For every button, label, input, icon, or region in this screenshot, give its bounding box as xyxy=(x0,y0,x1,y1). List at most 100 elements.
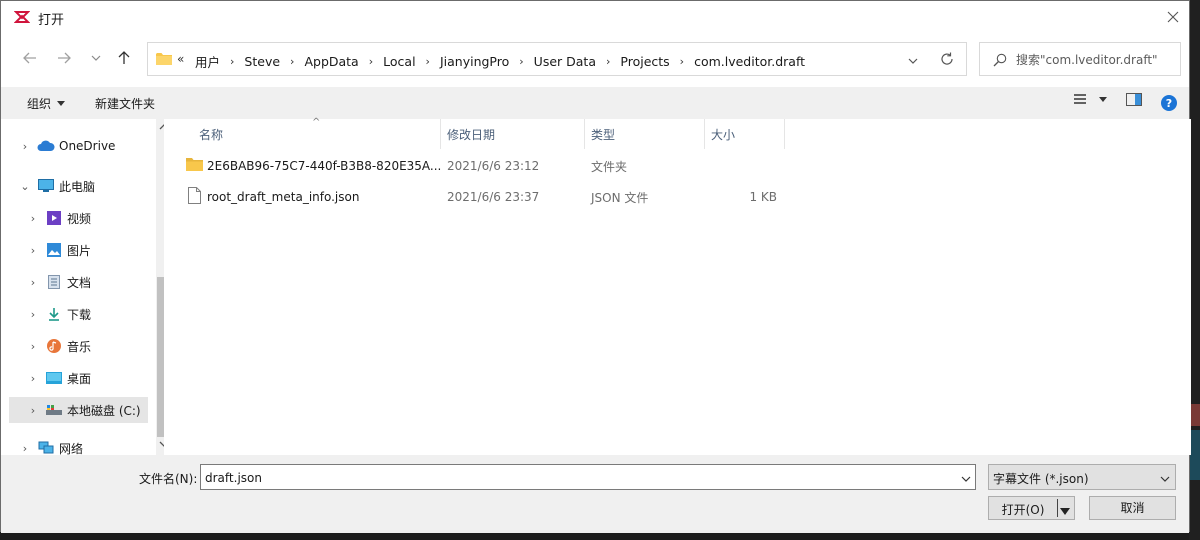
sidebar-item-onedrive[interactable]: › OneDrive xyxy=(9,133,148,159)
sidebar-item-label: 下载 xyxy=(67,307,92,322)
search-box[interactable] xyxy=(979,42,1181,76)
column-header-size[interactable]: 大小 xyxy=(705,119,785,149)
file-date: 2021/6/6 23:12 xyxy=(447,159,540,173)
expand-chevron-icon[interactable]: › xyxy=(25,276,41,289)
sidebar-item-label: 此电脑 xyxy=(59,179,96,194)
caret-down-icon xyxy=(1099,96,1107,102)
chevron-down-icon[interactable] xyxy=(961,471,971,485)
sidebar-scrollbar[interactable] xyxy=(156,119,164,455)
expand-chevron-icon[interactable]: › xyxy=(25,404,41,417)
breadcrumb-item[interactable]: Steve xyxy=(244,54,280,69)
file-row[interactable]: 2E6BAB96-75C7-440f-B3B8-820E35A... 2021/… xyxy=(182,153,782,179)
network-icon xyxy=(37,440,55,455)
cloud-icon xyxy=(37,138,55,154)
sidebar-item-downloads[interactable]: › 下载 xyxy=(9,301,148,327)
sidebar-item-label: 桌面 xyxy=(67,371,92,386)
breadcrumb-separator-icon[interactable]: › xyxy=(426,55,430,68)
preview-pane-icon xyxy=(1126,93,1142,106)
breadcrumb-item[interactable]: Projects xyxy=(620,54,669,69)
new-folder-button[interactable]: 新建文件夹 xyxy=(95,95,155,112)
sidebar-item-local-disk[interactable]: › 本地磁盘 (C:) xyxy=(9,397,148,423)
file-icon xyxy=(188,187,201,207)
help-button[interactable]: ? xyxy=(1161,95,1177,111)
column-header-label: 修改日期 xyxy=(447,127,496,142)
open-options-caret-icon[interactable] xyxy=(1060,504,1070,518)
dialog-footer: 文件名(N): 字幕文件 (*.json) 打开(O) 取消 xyxy=(1,455,1189,533)
filename-input[interactable] xyxy=(205,469,945,487)
breadcrumb: 用户 › Steve › AppData › Local › JianyingPro › … xyxy=(195,52,805,71)
breadcrumb-separator-icon[interactable]: › xyxy=(606,55,610,68)
sidebar-item-label: 文档 xyxy=(67,275,92,290)
sidebar-item-documents[interactable]: › 文档 xyxy=(9,269,148,295)
open-file-dialog: 打开 « 用户 › Steve › AppData › Local › Jian… xyxy=(0,0,1191,533)
drive-icon xyxy=(45,402,63,418)
breadcrumb-separator-icon[interactable]: › xyxy=(290,55,294,68)
sidebar-item-label: 图片 xyxy=(67,243,92,258)
expand-chevron-icon[interactable]: › xyxy=(25,340,41,353)
sidebar-item-label: 本地磁盘 (C:) xyxy=(67,403,141,418)
video-icon xyxy=(45,210,63,226)
expand-chevron-icon[interactable]: › xyxy=(25,212,41,225)
file-name: root_draft_meta_info.json xyxy=(207,190,360,204)
filetype-value: 字幕文件 (*.json) xyxy=(993,472,1089,486)
sidebar-item-this-pc[interactable]: ⌄ 此电脑 xyxy=(9,173,148,199)
sidebar-item-music[interactable]: › 音乐 xyxy=(9,333,148,359)
view-options-button[interactable] xyxy=(1073,93,1107,105)
breadcrumb-separator-icon[interactable]: › xyxy=(680,55,684,68)
column-header-date[interactable]: 修改日期 xyxy=(441,119,585,149)
expand-chevron-icon[interactable]: › xyxy=(17,140,33,153)
file-date: 2021/6/6 23:37 xyxy=(447,190,540,204)
column-header-label: 类型 xyxy=(591,127,616,142)
title-bar: 打开 xyxy=(1,1,1189,33)
back-button[interactable] xyxy=(19,47,41,69)
column-header-type[interactable]: 类型 xyxy=(585,119,705,149)
file-row[interactable]: root_draft_meta_info.json 2021/6/6 23:37… xyxy=(182,184,782,210)
preview-pane-button[interactable] xyxy=(1126,93,1142,106)
sidebar-item-network[interactable]: › 网络 xyxy=(9,435,148,455)
expand-chevron-icon[interactable]: › xyxy=(17,442,33,455)
jianying-app-icon xyxy=(13,9,31,25)
computer-icon xyxy=(37,178,55,194)
expand-chevron-icon[interactable]: › xyxy=(25,244,41,257)
recent-locations-button[interactable] xyxy=(85,47,107,69)
music-icon xyxy=(45,338,63,354)
list-view-icon xyxy=(1074,94,1086,104)
close-button[interactable] xyxy=(1157,1,1189,33)
column-header-name[interactable]: 名称 ^ xyxy=(164,117,441,149)
up-button[interactable] xyxy=(113,47,135,69)
filetype-select[interactable]: 字幕文件 (*.json) xyxy=(988,464,1176,490)
breadcrumb-item[interactable]: AppData xyxy=(304,54,358,69)
refresh-button[interactable] xyxy=(940,52,954,69)
cancel-button[interactable]: 取消 xyxy=(1089,496,1176,520)
address-overflow[interactable]: « xyxy=(177,52,184,66)
open-button[interactable]: 打开(O) xyxy=(988,496,1075,520)
breadcrumb-item[interactable]: User Data xyxy=(534,54,596,69)
expand-chevron-icon[interactable]: › xyxy=(25,372,41,385)
address-bar[interactable]: « 用户 › Steve › AppData › Local › JianyingPro… xyxy=(147,42,967,76)
search-input[interactable] xyxy=(1016,50,1176,70)
expand-chevron-icon[interactable]: › xyxy=(25,308,41,321)
sidebar-item-desktop[interactable]: › 桌面 xyxy=(9,365,148,391)
file-type: 文件夹 xyxy=(591,159,628,174)
forward-button[interactable] xyxy=(53,47,75,69)
breadcrumb-item[interactable]: com.lveditor.draft xyxy=(694,54,805,69)
filename-combobox[interactable] xyxy=(200,464,976,490)
close-icon xyxy=(1167,11,1179,23)
navigation-bar: « 用户 › Steve › AppData › Local › JianyingPro… xyxy=(1,41,1189,77)
sidebar-item-label: 音乐 xyxy=(67,339,92,354)
address-history-button[interactable] xyxy=(908,53,918,67)
breadcrumb-item[interactable]: JianyingPro xyxy=(440,54,509,69)
scrollbar-thumb[interactable] xyxy=(157,277,164,437)
document-icon xyxy=(45,274,63,290)
organize-button[interactable]: 组织 xyxy=(27,95,66,112)
sidebar-item-pictures[interactable]: › 图片 xyxy=(9,237,148,263)
download-icon xyxy=(45,306,63,322)
sidebar-item-videos[interactable]: › 视频 xyxy=(9,205,148,231)
breadcrumb-separator-icon[interactable]: › xyxy=(230,55,234,68)
desktop-icon xyxy=(45,370,63,386)
breadcrumb-item[interactable]: Local xyxy=(383,54,415,69)
breadcrumb-separator-icon[interactable]: › xyxy=(369,55,373,68)
breadcrumb-separator-icon[interactable]: › xyxy=(519,55,523,68)
breadcrumb-item[interactable]: 用户 xyxy=(195,52,220,71)
collapse-chevron-icon[interactable]: ⌄ xyxy=(17,180,33,193)
